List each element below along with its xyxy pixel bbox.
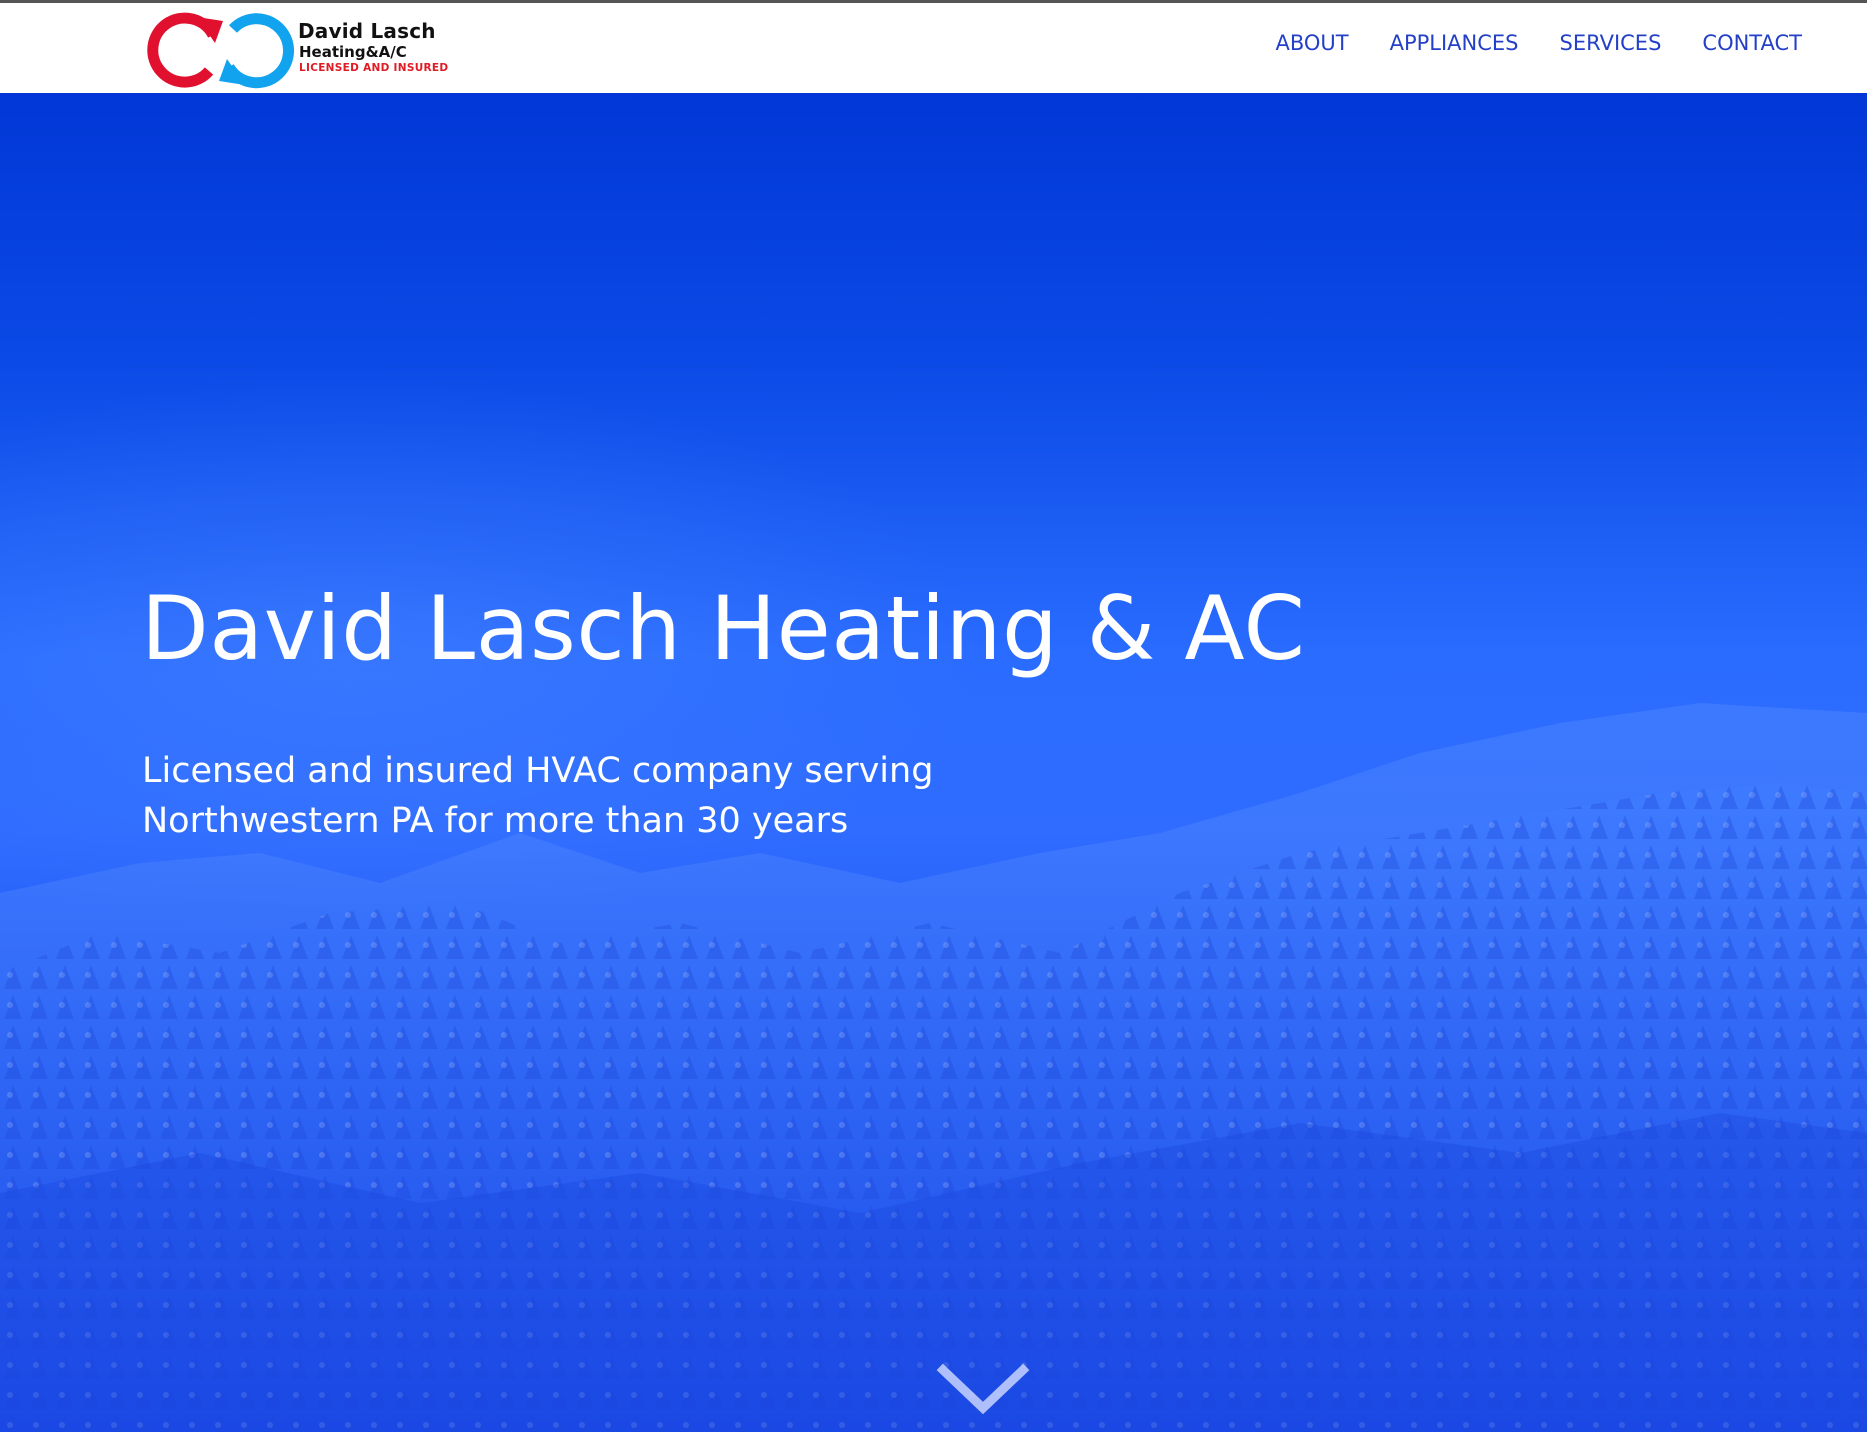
hero-section: David Lasch Heating & AC Licensed and in… xyxy=(0,93,1867,1432)
logo-title: David Lasch xyxy=(298,19,436,43)
chevron-down-icon[interactable] xyxy=(935,1360,1031,1420)
logo-arrows-icon xyxy=(147,12,294,89)
hero-title: David Lasch Heating & AC xyxy=(141,577,1306,680)
hero-subtitle-line-1: Licensed and insured HVAC company servin… xyxy=(142,751,934,791)
hero-subtitle-line-2: Northwestern PA for more than 30 years xyxy=(142,801,849,841)
logo-tagline: LICENSED AND INSURED xyxy=(299,62,449,74)
nav-link-contact[interactable]: CONTACT xyxy=(1702,31,1802,55)
navbar: David Lasch Heating&A/C LICENSED AND INS… xyxy=(0,3,1867,93)
nav-link-appliances[interactable]: APPLIANCES xyxy=(1390,31,1519,55)
nav-link-about[interactable]: ABOUT xyxy=(1275,31,1348,55)
main-nav: ABOUT APPLIANCES SERVICES CONTACT xyxy=(1275,31,1802,55)
logo[interactable]: David Lasch Heating&A/C LICENSED AND INS… xyxy=(141,9,451,93)
nav-link-services[interactable]: SERVICES xyxy=(1560,31,1662,55)
logo-subtitle: Heating&A/C xyxy=(299,43,407,61)
hero-subtitle: Licensed and insured HVAC company servin… xyxy=(142,746,1042,846)
